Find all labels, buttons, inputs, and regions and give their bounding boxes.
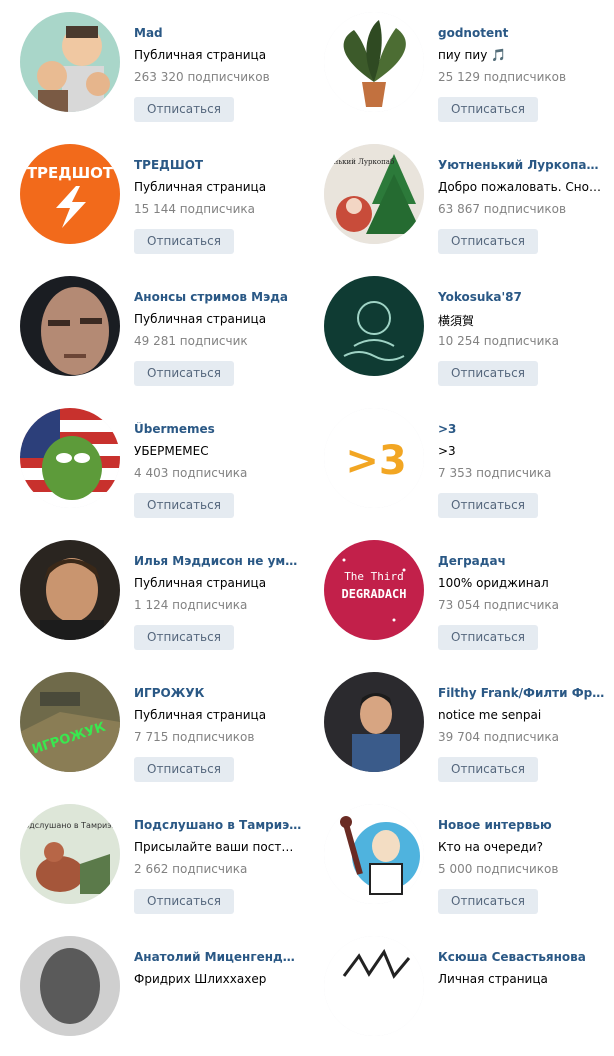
community-card: Yokosuka'87 横須賀 10 254 подписчика Отписатьс… xyxy=(304,276,604,396)
follower-count: 7 353 подписчика xyxy=(438,466,552,480)
community-card: Ксюша Севастьянова Личная страница xyxy=(304,936,604,1056)
community-card: Filthy Frank/Филти Фрэнк notice me senpai… xyxy=(304,672,606,792)
unsubscribe-button[interactable]: Отписаться xyxy=(438,97,538,122)
community-description: Публичная страница xyxy=(134,312,267,326)
community-name-link[interactable]: Filthy Frank/Филти Фрэнк xyxy=(438,686,606,700)
svg-text:The Third: The Third xyxy=(344,570,404,583)
community-card: ТРЕДШОТ ТРЕДШОТ Публичная страница 15 144 п… xyxy=(0,144,300,264)
community-description: пиу пиу 🎵 xyxy=(438,48,507,62)
unsubscribe-button[interactable]: Отписаться xyxy=(438,361,538,386)
unsubscribe-button[interactable]: Отписаться xyxy=(134,625,234,650)
community-name-link[interactable]: Übermemes xyxy=(134,422,302,436)
community-description: Публичная страница xyxy=(134,48,267,62)
community-name-link[interactable]: Ксюша Севастьянова xyxy=(438,950,606,964)
unsubscribe-button[interactable]: Отписаться xyxy=(438,493,538,518)
community-description: 横須賀 xyxy=(438,314,475,328)
geisha-logo-icon[interactable] xyxy=(324,276,424,376)
community-name-link[interactable]: Анатолий Миценгендлер xyxy=(134,950,302,964)
unsubscribe-button[interactable]: Отписаться xyxy=(134,361,234,386)
community-name-link[interactable]: ТРЕДШОТ xyxy=(134,158,302,172)
follower-count: 15 144 подписчика xyxy=(134,202,256,216)
follower-count: 63 867 подписчиков xyxy=(438,202,567,216)
community-card: The Third DEGRADACH Деградач 100% ориджинал… xyxy=(304,540,604,660)
potted-plant-icon[interactable] xyxy=(324,12,424,112)
follower-count: 39 704 подписчика xyxy=(438,730,560,744)
portrait-sketch-icon[interactable] xyxy=(20,936,120,1036)
young-man-photo-icon[interactable] xyxy=(20,540,120,640)
galaxy-logo-icon[interactable]: The Third DEGRADACH xyxy=(324,540,424,640)
community-description: >3 xyxy=(438,444,456,458)
community-description: УБЕРМЕМЕС xyxy=(134,444,209,458)
unsubscribe-button[interactable]: Отписаться xyxy=(134,229,234,254)
community-card: Анонсы стримов Мэда Публичная страница 49 … xyxy=(0,276,300,396)
communities-grid: Mad Публичная страница 263 320 подписчиков… xyxy=(0,0,614,1036)
svg-text:DEGRADACH: DEGRADACH xyxy=(341,587,406,601)
community-description: 100% ориджинал xyxy=(438,576,549,590)
community-name-link[interactable]: ИГРОЖУК xyxy=(134,686,302,700)
svg-text:ТРЕДШОТ: ТРЕДШОТ xyxy=(27,164,114,182)
community-card: Подслушано в Тамриэле Подслушано в Тамриэ… xyxy=(0,804,302,924)
community-name-link[interactable]: Уютненький Луркопаб | Lurkopub xyxy=(438,158,606,172)
unsubscribe-button[interactable]: Отписаться xyxy=(134,493,234,518)
community-name-link[interactable]: Илья Мэддисон не умер? xyxy=(134,554,302,568)
svg-text:Подслушано в Тамриэле: Подслушано в Тамриэле xyxy=(20,821,120,830)
man-portrait-icon[interactable] xyxy=(324,672,424,772)
follower-count: 5 000 подписчиков xyxy=(438,862,559,876)
community-card: Mad Публичная страница 263 320 подписчиков… xyxy=(0,12,300,132)
cartoon-group-icon[interactable] xyxy=(20,12,120,112)
community-name-link[interactable]: Анонсы стримов Мэда xyxy=(134,290,302,304)
follower-count: 263 320 подписчиков xyxy=(134,70,270,84)
community-name-link[interactable]: Подслушано в Тамриэле - TES xyxy=(134,818,302,832)
community-description: Личная страница xyxy=(438,972,548,986)
microphone-man-icon[interactable] xyxy=(324,804,424,904)
community-card: Übermemes УБЕРМЕМЕС 4 403 подписчика Отписа… xyxy=(0,408,300,528)
community-description: Кто на очереди? xyxy=(438,840,543,854)
pepe-frog-icon[interactable] xyxy=(20,408,120,508)
svg-text:Уютненький Луркопаб: Уютненький Луркопаб xyxy=(324,158,394,166)
community-card: godnotent пиу пиу 🎵 25 129 подписчиков Отпи… xyxy=(304,12,604,132)
community-card: Уютненький Луркопаб Уютненький Луркопаб |… xyxy=(304,144,606,264)
follower-count: 10 254 подписчика xyxy=(438,334,560,348)
community-card: >3 >3 >3 7 353 подписчика Отписаться xyxy=(304,408,604,528)
unsubscribe-button[interactable]: Отписаться xyxy=(438,625,538,650)
community-description: Присылайте ваши посты через предложку xyxy=(134,840,302,854)
follower-count: 7 715 подписчиков xyxy=(134,730,255,744)
unsubscribe-button[interactable]: Отписаться xyxy=(134,757,234,782)
follower-count: 2 662 подписчика xyxy=(134,862,248,876)
game-scene-icon[interactable]: ИГРОЖУК xyxy=(20,672,120,772)
follower-count: 1 124 подписчика xyxy=(134,598,248,612)
unsubscribe-button[interactable]: Отписаться xyxy=(134,889,234,914)
unsubscribe-button[interactable]: Отписаться xyxy=(438,757,538,782)
community-description: Публичная страница xyxy=(134,708,267,722)
community-description: Фридрих Шлиххахер xyxy=(134,972,267,986)
community-description: Публичная страница xyxy=(134,576,267,590)
lightning-logo-icon[interactable]: ТРЕДШОТ xyxy=(20,144,120,244)
community-name-link[interactable]: Новое интервью xyxy=(438,818,606,832)
community-description: Публичная страница xyxy=(134,180,267,194)
community-description: Добро пожаловать. Снова. xyxy=(438,180,606,194)
svg-text:>3: >3 xyxy=(345,438,406,484)
greater-three-logo-icon[interactable]: >3 xyxy=(324,408,424,508)
community-card: Новое интервью Кто на очереди? 5 000 подпи… xyxy=(304,804,604,924)
follower-count: 73 054 подписчика xyxy=(438,598,560,612)
sketch-drawing-icon[interactable] xyxy=(324,936,424,1036)
community-card: Анатолий Миценгендлер Фридрих Шлиххахер xyxy=(0,936,302,1056)
unsubscribe-button[interactable]: Отписаться xyxy=(438,889,538,914)
community-card: ИГРОЖУК ИГРОЖУК Публичная страница 7 715 по… xyxy=(0,672,300,792)
unsubscribe-button[interactable]: Отписаться xyxy=(438,229,538,254)
man-face-icon[interactable] xyxy=(20,276,120,376)
chicken-drawing-icon[interactable]: Подслушано в Тамриэле xyxy=(20,804,120,904)
community-name-link[interactable]: >3 xyxy=(438,422,606,436)
community-card: Илья Мэддисон не умер? Публичная страница… xyxy=(0,540,302,660)
community-name-link[interactable]: Деградач xyxy=(438,554,606,568)
follower-count: 4 403 подписчика xyxy=(134,466,248,480)
follower-count: 49 281 подписчик xyxy=(134,334,248,348)
community-name-link[interactable]: Yokosuka'87 xyxy=(438,290,606,304)
community-name-link[interactable]: godnotent xyxy=(438,26,606,40)
community-description: notice me senpai xyxy=(438,708,542,722)
follower-count: 25 129 подписчиков xyxy=(438,70,567,84)
christmas-tree-icon[interactable]: Уютненький Луркопаб xyxy=(324,144,424,244)
community-name-link[interactable]: Mad xyxy=(134,26,302,40)
unsubscribe-button[interactable]: Отписаться xyxy=(134,97,234,122)
